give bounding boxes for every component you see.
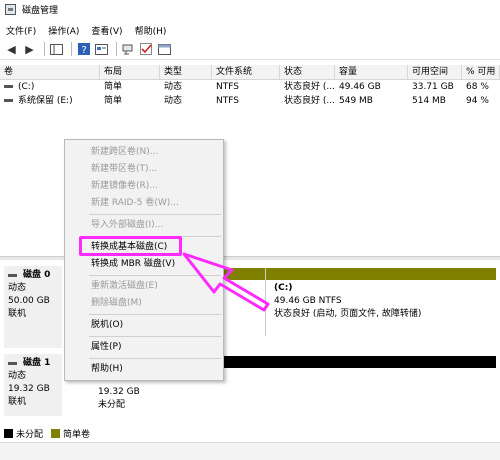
legend-simple-swatch (51, 428, 61, 438)
disk-management-icon (5, 4, 16, 15)
title-bar: 磁盘管理 (0, 0, 500, 19)
cell-status: 状态良好 (... (284, 96, 335, 106)
toolbar-divider (116, 42, 117, 56)
column-layout[interactable]: 布局 (100, 64, 160, 80)
partition-name: (C:) (274, 283, 293, 293)
volume-icon (4, 99, 13, 102)
cell-filesystem: NTFS (216, 82, 239, 92)
disk-size: 19.32 GB (8, 384, 50, 394)
legend: 未分配 简单卷 (0, 426, 500, 440)
menu-item-convert-to-mbr[interactable]: 转换成 MBR 磁盘(V) (65, 256, 223, 273)
toolbar: ◀ ▶ ? (0, 39, 500, 60)
menu-item-offline[interactable]: 脱机(O) (65, 317, 223, 334)
annotation-highlight-box (79, 236, 182, 256)
disk-size: 50.00 GB (8, 296, 50, 306)
table-row[interactable]: 系统保留 (E:) 简单 动态 NTFS 状态良好 (... 549 MB 51… (0, 94, 500, 108)
cell-layout: 简单 (104, 82, 123, 92)
disk-icon (8, 362, 17, 365)
cell-percent-free: 94 % (466, 96, 489, 106)
partition-divider (265, 268, 266, 336)
menu-separator (89, 336, 221, 337)
context-menu: 新建跨区卷(N)... 新建带区卷(T)... 新建镜像卷(R)... 新建 R… (64, 139, 224, 381)
unallocated-label: 未分配 (98, 400, 126, 410)
console-tree-icon[interactable] (49, 42, 64, 57)
legend-unallocated: 未分配 (16, 429, 44, 440)
cell-status: 状态良好 (... (284, 82, 335, 92)
column-status[interactable]: 状态 (280, 64, 335, 80)
menu-separator (89, 214, 221, 215)
volume-list: 卷 布局 类型 文件系统 状态 容量 可用空间 % 可用 (C:) 简单 动态 … (0, 64, 500, 108)
disk-1-label[interactable]: 磁盘 1 动态 19.32 GB 联机 (4, 354, 62, 416)
menu-item-delete-disk[interactable]: 删除磁盘(M) (65, 295, 223, 312)
window-title: 磁盘管理 (22, 6, 59, 16)
column-capacity[interactable]: 容量 (335, 64, 408, 80)
unallocated-space[interactable]: 19.32 GB 未分配 (94, 386, 254, 412)
toolbar-divider (71, 42, 72, 56)
window-icon[interactable] (157, 42, 172, 57)
menu-view[interactable]: 查看(V) (91, 24, 122, 37)
volume-icon (4, 85, 13, 88)
column-free-space[interactable]: 可用空间 (408, 64, 462, 80)
cell-layout: 简单 (104, 96, 123, 106)
cell-free-space: 33.71 GB (412, 82, 454, 92)
disk-type: 动态 (8, 371, 27, 381)
disk-status: 联机 (8, 309, 27, 319)
properties-icon[interactable] (94, 42, 109, 57)
menu-item-reactivate[interactable]: 重新激活磁盘(E) (65, 278, 223, 295)
cell-type: 动态 (164, 96, 183, 106)
menu-help[interactable]: 帮助(H) (135, 24, 167, 37)
unallocated-size: 19.32 GB (98, 387, 140, 397)
disk-0-label[interactable]: 磁盘 0 动态 50.00 GB 联机 (4, 266, 62, 348)
forward-arrow-icon[interactable]: ▶ (22, 42, 37, 57)
column-volume[interactable]: 卷 (0, 64, 100, 80)
column-filesystem[interactable]: 文件系统 (212, 64, 280, 80)
back-arrow-icon[interactable]: ◀ (4, 42, 19, 57)
legend-simple: 简单卷 (63, 429, 91, 440)
table-row[interactable]: (C:) 简单 动态 NTFS 状态良好 (... 49.46 GB 33.71… (0, 80, 500, 94)
cell-free-space: 514 MB (412, 96, 446, 106)
cell-filesystem: NTFS (216, 96, 239, 106)
disk-status: 联机 (8, 397, 27, 407)
menu-item-help[interactable]: 帮助(H) (65, 361, 223, 378)
cell-type: 动态 (164, 82, 183, 92)
column-percent-free[interactable]: % 可用 (462, 64, 500, 80)
column-type[interactable]: 类型 (160, 64, 212, 80)
menu-separator (89, 358, 221, 359)
menu-item-new-raid5[interactable]: 新建 RAID-5 卷(W)... (65, 195, 223, 212)
help-icon[interactable]: ? (76, 42, 91, 57)
disk-name: 磁盘 1 (23, 358, 51, 368)
cell-capacity: 549 MB (339, 96, 373, 106)
disk-icon (8, 274, 17, 277)
menu-item-properties[interactable]: 属性(P) (65, 339, 223, 356)
cell-capacity: 49.46 GB (339, 82, 381, 92)
check-icon[interactable] (139, 42, 154, 57)
partition-size: 49.46 GB NTFS (274, 296, 342, 306)
volume-list-header: 卷 布局 类型 文件系统 状态 容量 可用空间 % 可用 (0, 64, 500, 80)
menu-bar: 文件(F) 操作(A) 查看(V) 帮助(H) (0, 21, 500, 39)
menu-separator (89, 275, 221, 276)
partition-c[interactable]: (C:) 49.46 GB NTFS 状态良好 (启动, 页面文件, 故障转储) (270, 282, 495, 321)
menu-item-import-foreign[interactable]: 导入外部磁盘(I)... (65, 217, 223, 234)
cell-percent-free: 68 % (466, 82, 489, 92)
legend-unallocated-swatch (4, 428, 13, 438)
disk-name: 磁盘 0 (23, 270, 51, 280)
menu-file[interactable]: 文件(F) (6, 24, 36, 37)
menu-separator (89, 314, 221, 315)
menu-action[interactable]: 操作(A) (48, 24, 79, 37)
cell-volume: 系统保留 (E:) (18, 96, 73, 106)
menu-item-new-mirrored[interactable]: 新建镜像卷(R)... (65, 178, 223, 195)
svg-text:?: ? (81, 45, 86, 55)
menu-item-new-spanned[interactable]: 新建跨区卷(N)... (65, 144, 223, 161)
cell-volume: (C:) (18, 82, 35, 92)
toolbar-divider (44, 42, 45, 56)
connect-icon[interactable] (121, 42, 136, 57)
status-bar (0, 442, 500, 460)
disk-type: 动态 (8, 283, 27, 293)
menu-item-new-striped[interactable]: 新建带区卷(T)... (65, 161, 223, 178)
partition-status: 状态良好 (启动, 页面文件, 故障转储) (274, 309, 422, 319)
